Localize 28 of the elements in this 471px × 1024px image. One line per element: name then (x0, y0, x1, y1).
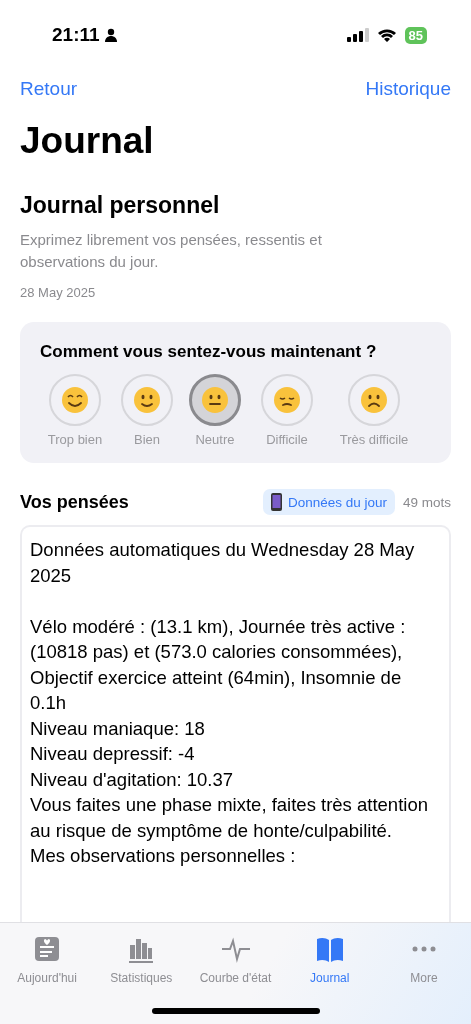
back-link[interactable]: Retour (20, 78, 78, 100)
thoughts-title: Vos pensées (20, 491, 130, 513)
person-icon (103, 28, 118, 42)
signal-icon (346, 28, 369, 42)
more-icon (410, 946, 437, 952)
mood-option[interactable]: Très difficile (328, 374, 420, 447)
face-icon (61, 386, 89, 414)
tab-item[interactable]: Journal (282, 933, 377, 985)
mood-question: Comment vous sentez-vous maintenant ? (40, 342, 378, 362)
tab-item[interactable]: More (376, 933, 471, 985)
daily-data-button[interactable]: Données du jour (262, 489, 395, 515)
status-time: 21:11 (52, 24, 100, 46)
history-link[interactable]: Historique (365, 78, 451, 100)
tab-item[interactable]: Statistiques (94, 933, 189, 985)
page-title: Journal (20, 120, 155, 162)
section-description: Exprimez librement vos pensées, ressentis et observations du jour. (20, 230, 323, 272)
face-icon (360, 386, 388, 414)
face-icon (133, 386, 161, 414)
tab-item[interactable]: Courbe d'état (188, 933, 283, 985)
phone-icon (270, 493, 282, 511)
battery-level: 85 (404, 26, 427, 44)
tab-item[interactable]: Aujourd'hui (0, 933, 95, 985)
entry-date: 28 May 2025 (20, 285, 97, 300)
section-title: Journal personnel (20, 192, 221, 219)
face-icon (273, 386, 301, 414)
face-icon (201, 386, 229, 414)
wifi-icon (376, 28, 397, 42)
word-count: 49 mots (402, 494, 451, 510)
